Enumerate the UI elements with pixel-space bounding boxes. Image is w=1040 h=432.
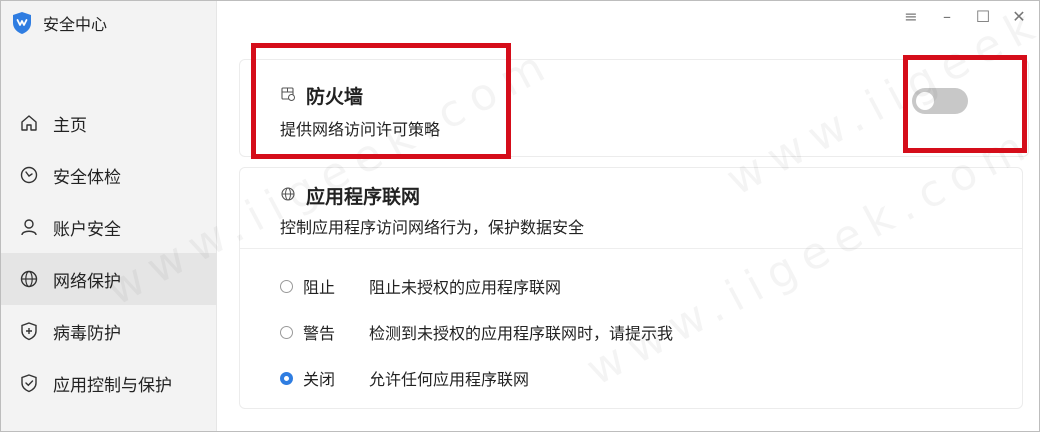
app-header: 安全中心 (11, 9, 107, 37)
sidebar-item-label: 病毒防护 (53, 323, 121, 344)
option-off[interactable]: 关闭 允许任何应用程序联网 (280, 366, 529, 390)
firewall-card: 防火墙 提供网络访问许可策略 (239, 59, 1029, 157)
shield-check-icon (19, 373, 39, 393)
sidebar-item-app-control[interactable]: 应用控制与保护 (1, 357, 217, 409)
option-description: 检测到未授权的应用程序联网时，请提示我 (369, 324, 674, 343)
sidebar-item-label: 主页 (53, 115, 87, 136)
sidebar: 安全中心 主页 安全体检 账户安全 网络保护 病毒防护 应用控制与保护 (1, 1, 217, 431)
shield-plus-icon (19, 321, 39, 341)
sidebar-item-account-security[interactable]: 账户安全 (1, 201, 217, 253)
sidebar-item-label: 应用控制与保护 (53, 375, 172, 396)
globe-icon (19, 269, 39, 289)
app-network-title: 应用程序联网 (306, 186, 421, 208)
sidebar-nav: 主页 安全体检 账户安全 网络保护 病毒防护 应用控制与保护 (1, 97, 217, 409)
sidebar-item-security-check[interactable]: 安全体检 (1, 149, 217, 201)
app-network-card: 应用程序联网 控制应用程序访问网络行为，保护数据安全 阻止 阻止未授权的应用程序… (239, 167, 1023, 409)
radio-block[interactable] (280, 279, 293, 293)
radio-warn[interactable] (280, 325, 293, 339)
sidebar-item-label: 网络保护 (53, 271, 121, 292)
security-center-window: 安全中心 主页 安全体检 账户安全 网络保护 病毒防护 应用控制与保护 ≡ – … (0, 0, 1040, 432)
option-description: 阻止未授权的应用程序联网 (369, 278, 562, 297)
shield-logo-icon (13, 12, 31, 34)
firewall-icon (280, 86, 296, 106)
sidebar-item-label: 安全体检 (53, 167, 121, 188)
radio-off[interactable] (280, 371, 293, 385)
main-content: 防火墙 提供网络访问许可策略 应用程序联网 控制应用程序访问网络行为，保护数据安… (217, 1, 1039, 431)
app-title: 安全中心 (43, 15, 108, 34)
firewall-title: 防火墙 (306, 86, 364, 108)
toggle-knob (916, 92, 934, 110)
sidebar-item-network-protection[interactable]: 网络保护 (1, 253, 217, 305)
option-warn[interactable]: 警告 检测到未授权的应用程序联网时，请提示我 (280, 320, 673, 344)
clock-icon (19, 165, 39, 185)
option-label: 警告 (303, 324, 336, 343)
option-label: 阻止 (303, 278, 336, 297)
user-icon (19, 217, 39, 237)
firewall-description: 提供网络访问许可策略 (280, 120, 441, 139)
app-network-description: 控制应用程序访问网络行为，保护数据安全 (280, 218, 585, 237)
option-description: 允许任何应用程序联网 (369, 370, 530, 389)
divider (240, 248, 1022, 249)
sidebar-item-home[interactable]: 主页 (1, 97, 217, 149)
sidebar-item-virus-protection[interactable]: 病毒防护 (1, 305, 217, 357)
globe-icon (280, 186, 296, 206)
sidebar-item-label: 账户安全 (53, 219, 121, 240)
app-network-header: 应用程序联网 (280, 182, 420, 209)
firewall-header: 防火墙 (280, 82, 363, 109)
home-icon (19, 113, 39, 133)
option-block[interactable]: 阻止 阻止未授权的应用程序联网 (280, 274, 561, 298)
firewall-toggle[interactable] (912, 88, 968, 114)
option-label: 关闭 (303, 370, 336, 389)
